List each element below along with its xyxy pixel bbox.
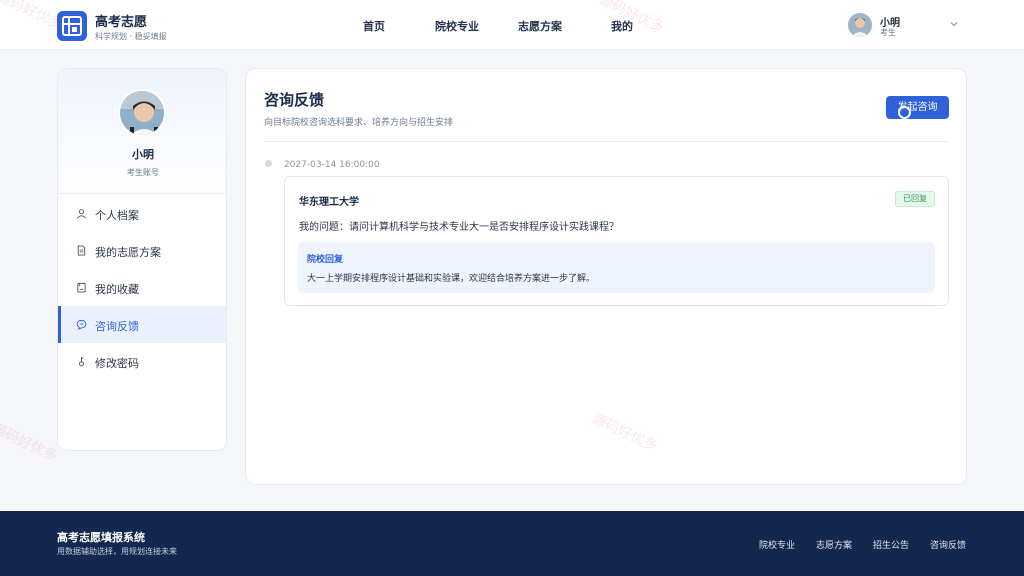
- nav-plans[interactable]: 志愿方案: [518, 18, 562, 34]
- chat-icon: [76, 319, 87, 330]
- sidebar-item-profile[interactable]: 个人档案: [58, 195, 226, 232]
- page-description: 向目标院校咨询选科要求、培养方向与招生安排: [264, 118, 454, 128]
- document-icon: [77, 245, 86, 256]
- sidebar-item-label: 修改密码: [95, 357, 139, 370]
- footer: 高考志愿填报系统 用数据辅助选择，用规划连接未来 院校专业 志愿方案 招生公告 …: [0, 511, 1024, 576]
- sidebar-item-label: 我的收藏: [95, 283, 139, 296]
- avatar[interactable]: [848, 13, 872, 37]
- sidebar: 小明 考生账号 个人档案 我的志愿方案 我的收藏 咨询反馈 修改密码: [57, 68, 227, 451]
- divider: [264, 141, 949, 142]
- footer-subtitle: 用数据辅助选择，用规划连接未来: [57, 547, 177, 556]
- main-panel: 咨询反馈 向目标院校咨询选科要求、培养方向与招生安排 发起咨询 2027-03-…: [245, 68, 967, 485]
- school-name: 华东理工大学: [299, 197, 359, 208]
- footer-link-consult[interactable]: 咨询反馈: [930, 538, 966, 551]
- page-title: 咨询反馈: [264, 91, 325, 109]
- footer-link-schools[interactable]: 院校专业: [759, 538, 795, 551]
- watermark: 源码好优多: [0, 420, 60, 465]
- reply-title: 院校回复: [307, 255, 344, 265]
- nav-schools-majors[interactable]: 院校专业: [435, 18, 479, 34]
- footer-title: 高考志愿填报系统: [57, 531, 145, 544]
- nav-mine[interactable]: 我的: [611, 18, 633, 34]
- sidebar-item-consult[interactable]: 咨询反馈: [58, 306, 226, 343]
- brand-title[interactable]: 高考志愿: [95, 11, 147, 30]
- consult-card: 华东理工大学 已回复 我的问题：请问计算机科学与技术专业大一是否安排程序设计实践…: [284, 176, 949, 306]
- sidebar-item-label: 咨询反馈: [95, 320, 139, 333]
- reply-text: 大一上学期安排程序设计基础和实验课，欢迎结合培养方案进一步了解。: [307, 274, 596, 284]
- timeline-dot: [265, 160, 272, 167]
- sidebar-item-favorites[interactable]: 我的收藏: [58, 269, 226, 306]
- cursor-indicator: [898, 106, 911, 119]
- profile-avatar: [118, 89, 166, 137]
- profile-role: 考生账号: [127, 168, 159, 177]
- timeline-time: 2027-03-14 16:00:00: [284, 160, 380, 170]
- top-header: 高考志愿 科学规划 · 稳妥填报 首页 院校专业 志愿方案 我的 小明 考生: [0, 0, 1024, 50]
- status-badge: 已回复: [895, 191, 935, 207]
- logo-icon[interactable]: [57, 11, 87, 41]
- sidebar-item-label: 我的志愿方案: [95, 246, 161, 259]
- new-consult-button[interactable]: 发起咨询: [886, 96, 949, 119]
- user-role: 考生: [880, 28, 896, 37]
- user-icon: [77, 209, 86, 219]
- profile-card: 小明 考生账号: [58, 69, 226, 194]
- key-icon: [79, 356, 84, 367]
- question-text: 我的问题：请问计算机科学与技术专业大一是否安排程序设计实践课程？: [299, 222, 619, 233]
- sidebar-item-label: 个人档案: [95, 209, 139, 222]
- footer-link-announcements[interactable]: 招生公告: [873, 538, 909, 551]
- sidebar-item-password[interactable]: 修改密码: [58, 343, 226, 380]
- chevron-down-icon[interactable]: [949, 19, 959, 29]
- profile-name: 小明: [132, 148, 154, 161]
- nav-home[interactable]: 首页: [363, 18, 385, 34]
- brand-subtitle: 科学规划 · 稳妥填报: [95, 32, 167, 41]
- sidebar-item-plans[interactable]: 我的志愿方案: [58, 232, 226, 269]
- footer-link-plans[interactable]: 志愿方案: [816, 538, 852, 551]
- reply-box: 院校回复 大一上学期安排程序设计基础和实验课，欢迎结合培养方案进一步了解。: [298, 242, 935, 293]
- bookmark-icon: [77, 282, 86, 293]
